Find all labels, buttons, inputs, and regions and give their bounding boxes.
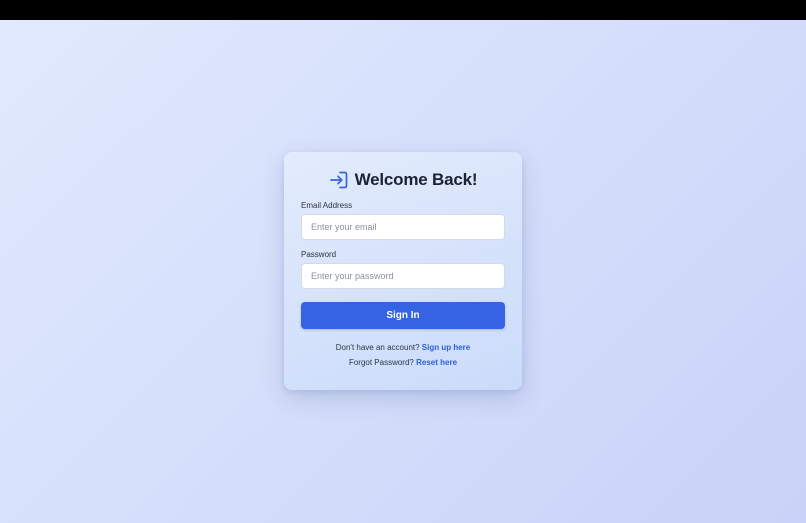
password-label: Password — [301, 250, 337, 259]
sign-in-button[interactable]: Sign In — [301, 302, 505, 329]
forgot-prompt: Forgot Password? — [348, 358, 414, 367]
reset-password-link[interactable]: Reset here — [416, 358, 457, 367]
forgot-line: Forgot Password? Reset here — [301, 358, 505, 368]
email-label: Email Address — [301, 201, 353, 210]
signup-line: Don't have an account? Sign up here — [301, 343, 505, 353]
login-card: Welcome Back! Email Address Password Sig… — [284, 152, 522, 390]
sign-up-link[interactable]: Sign up here — [422, 343, 470, 352]
page-background: Welcome Back! Email Address Password Sig… — [0, 20, 806, 523]
password-input[interactable] — [301, 263, 505, 289]
page-title: Welcome Back! — [354, 170, 478, 189]
login-arrow-icon — [329, 170, 349, 190]
login-heading: Welcome Back! — [301, 168, 505, 192]
top-black-bar — [0, 0, 806, 20]
email-input[interactable] — [301, 214, 505, 240]
signup-prompt: Don't have an account? — [335, 343, 420, 352]
